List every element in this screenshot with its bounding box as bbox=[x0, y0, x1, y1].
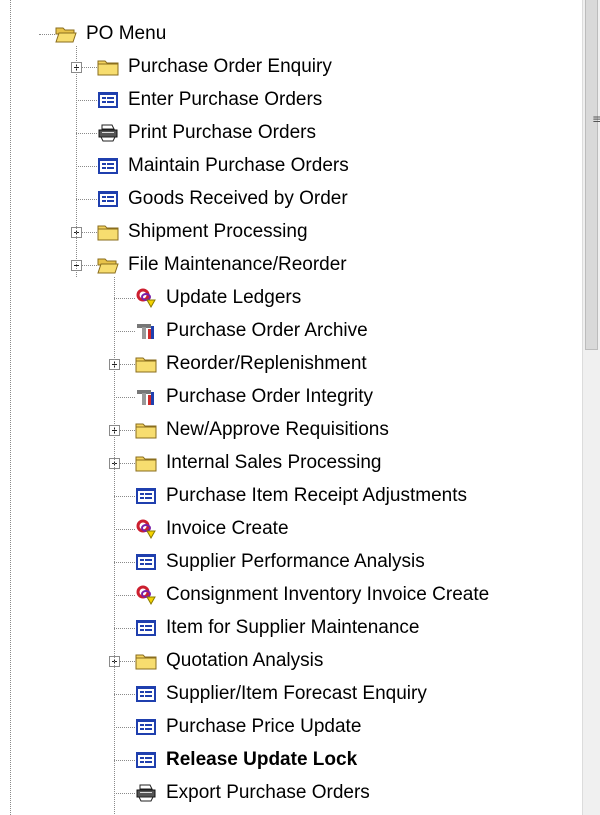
folder-icon bbox=[135, 651, 157, 671]
tree-item-label: Print Purchase Orders bbox=[128, 122, 316, 143]
tree-guide-line bbox=[76, 46, 77, 277]
tools-icon bbox=[135, 387, 157, 407]
grip-icon: ≡ bbox=[592, 112, 600, 126]
tree-item-label: Item for Supplier Maintenance bbox=[166, 617, 420, 638]
tree-item-label: Purchase Order Archive bbox=[166, 320, 368, 341]
tree-item-item-for-supplier-maintenance[interactable]: Item for Supplier Maintenance bbox=[135, 611, 419, 644]
tree-item-maintain-purchase-orders[interactable]: Maintain Purchase Orders bbox=[97, 149, 349, 182]
tree-connector bbox=[114, 627, 135, 629]
printer-icon bbox=[135, 783, 157, 803]
tree-item-file-maintenance-reorder[interactable]: File Maintenance/Reorder bbox=[97, 248, 347, 281]
tree-item-release-update-lock[interactable]: Release Update Lock bbox=[135, 743, 357, 776]
tree-connector bbox=[76, 198, 97, 200]
tree-item-invoice-create[interactable]: Invoice Create bbox=[135, 512, 289, 545]
folder-icon bbox=[135, 354, 157, 374]
folder-icon bbox=[135, 453, 157, 473]
form-window-icon bbox=[135, 717, 157, 737]
tree-connector bbox=[114, 495, 135, 497]
form-window-icon bbox=[97, 156, 119, 176]
tree-item-purchase-price-update[interactable]: Purchase Price Update bbox=[135, 710, 361, 743]
tree-connector bbox=[114, 561, 135, 563]
tree-item-label: File Maintenance/Reorder bbox=[128, 254, 347, 275]
form-window-icon bbox=[97, 90, 119, 110]
form-window-icon bbox=[135, 750, 157, 770]
tree-item-label: Reorder/Replenishment bbox=[166, 353, 367, 374]
tree-connector bbox=[114, 528, 135, 530]
tree-item-label: Consignment Inventory Invoice Create bbox=[166, 584, 490, 605]
tree-item-label: Export Purchase Orders bbox=[166, 782, 370, 803]
tree-item-supplier-item-forecast-enquiry[interactable]: Supplier/Item Forecast Enquiry bbox=[135, 677, 427, 710]
form-window-icon bbox=[97, 189, 119, 209]
tree-item-label: Maintain Purchase Orders bbox=[128, 155, 349, 176]
tree-connector bbox=[76, 165, 97, 167]
tree-item-label: Invoice Create bbox=[166, 518, 289, 539]
tree-item-new-approve-requisitions[interactable]: New/Approve Requisitions bbox=[135, 413, 389, 446]
tree-guide-line bbox=[10, 0, 11, 815]
folder-icon bbox=[135, 420, 157, 440]
tree-item-supplier-performance-analysis[interactable]: Supplier Performance Analysis bbox=[135, 545, 425, 578]
process-icon bbox=[135, 288, 157, 308]
tree-item-quotation-analysis[interactable]: Quotation Analysis bbox=[135, 644, 323, 677]
tree-connector bbox=[114, 726, 135, 728]
tree-item-label: Release Update Lock bbox=[166, 749, 358, 770]
tree-item-label: Internal Sales Processing bbox=[166, 452, 382, 473]
folder-open-icon bbox=[97, 255, 119, 275]
tree-item-reorder-replenishment[interactable]: Reorder/Replenishment bbox=[135, 347, 367, 380]
tree-item-enter-purchase-orders[interactable]: Enter Purchase Orders bbox=[97, 83, 322, 116]
tree-item-export-purchase-orders[interactable]: Export Purchase Orders bbox=[135, 776, 370, 809]
process-icon bbox=[135, 585, 157, 605]
tree-item-label: Quotation Analysis bbox=[166, 650, 324, 671]
tree-item-label: Supplier/Item Forecast Enquiry bbox=[166, 683, 427, 704]
tree-connector bbox=[76, 132, 97, 134]
menu-tree: PO Menu Purchase Order Enquiry Enter Purch… bbox=[0, 0, 582, 815]
scrollbar-thumb[interactable] bbox=[585, 0, 598, 350]
form-window-icon bbox=[135, 684, 157, 704]
tree-connector bbox=[114, 693, 135, 695]
tree-item-internal-sales-processing[interactable]: Internal Sales Processing bbox=[135, 446, 381, 479]
tree-item-purchase-order-integrity[interactable]: Purchase Order Integrity bbox=[135, 380, 373, 413]
tree-item-purchase-order-archive[interactable]: Purchase Order Archive bbox=[135, 314, 368, 347]
tree-connector bbox=[114, 594, 135, 596]
tree-item-shipment-processing[interactable]: Shipment Processing bbox=[97, 215, 308, 248]
tree-item-goods-received-by-order[interactable]: Goods Received by Order bbox=[97, 182, 348, 215]
process-icon bbox=[135, 519, 157, 539]
tree-item-label: Purchase Order Enquiry bbox=[128, 56, 332, 77]
folder-icon bbox=[97, 57, 119, 77]
tree-connector bbox=[114, 759, 135, 761]
tree-item-label: Purchase Price Update bbox=[166, 716, 362, 737]
tree-item-label: New/Approve Requisitions bbox=[166, 419, 389, 440]
tree-item-purchase-order-enquiry[interactable]: Purchase Order Enquiry bbox=[97, 50, 332, 83]
tree-connector bbox=[76, 99, 97, 101]
tree-connector bbox=[114, 792, 135, 794]
tree-item-print-purchase-orders[interactable]: Print Purchase Orders bbox=[97, 116, 316, 149]
tree-item-consignment-inventory-invoice-create[interactable]: Consignment Inventory Invoice Create bbox=[135, 578, 489, 611]
tree-item-label: Purchase Item Receipt Adjustments bbox=[166, 485, 467, 506]
tree-item-po-menu[interactable]: PO Menu bbox=[55, 17, 166, 50]
tree-item-label: PO Menu bbox=[86, 23, 167, 44]
printer-icon bbox=[97, 123, 119, 143]
folder-open-icon bbox=[55, 24, 77, 44]
tree-item-label: Goods Received by Order bbox=[128, 188, 348, 209]
tools-icon bbox=[135, 321, 157, 341]
form-window-icon bbox=[135, 486, 157, 506]
folder-icon bbox=[97, 222, 119, 242]
tree-item-update-ledgers[interactable]: Update Ledgers bbox=[135, 281, 301, 314]
tree-item-label: Purchase Order Integrity bbox=[166, 386, 373, 407]
tree-item-purchase-item-receipt-adjustments[interactable]: Purchase Item Receipt Adjustments bbox=[135, 479, 467, 512]
tree-item-label: Supplier Performance Analysis bbox=[166, 551, 425, 572]
form-window-icon bbox=[135, 552, 157, 572]
tree-connector bbox=[114, 396, 135, 398]
tree-connector bbox=[114, 330, 135, 332]
form-window-icon bbox=[135, 618, 157, 638]
tree-connector bbox=[114, 297, 135, 299]
tree-item-label: Enter Purchase Orders bbox=[128, 89, 323, 110]
tree-guide-line bbox=[114, 277, 115, 815]
tree-item-label: Update Ledgers bbox=[166, 287, 302, 308]
tree-connector bbox=[39, 33, 55, 35]
tree-item-label: Shipment Processing bbox=[128, 221, 308, 242]
